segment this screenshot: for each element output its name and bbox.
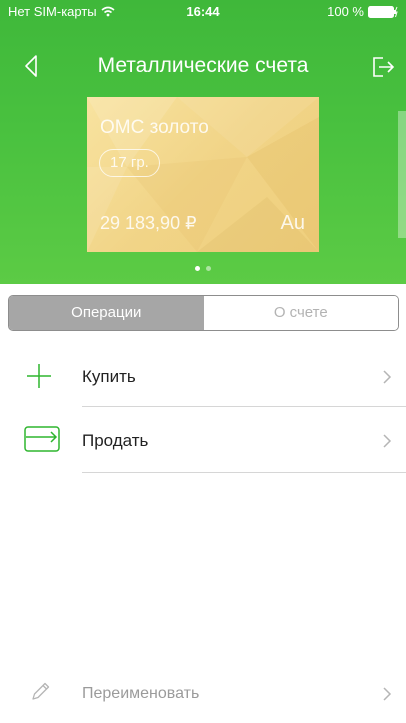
tab-operations[interactable]: Операции [9, 296, 204, 330]
page-title: Металлические счета [97, 54, 309, 77]
battery-percent: 100 % [327, 4, 364, 19]
divider [82, 406, 406, 407]
status-battery-group: 100 % [327, 4, 398, 19]
card-account-name: ОМС золото [100, 117, 209, 138]
buy-row[interactable]: Купить [0, 344, 406, 408]
chevron-right-icon [383, 687, 392, 701]
sell-label: Продать [82, 431, 149, 450]
logout-icon[interactable] [370, 52, 396, 80]
chevron-right-icon [383, 434, 392, 448]
card-balance: 29 183,90 ₽ [100, 213, 197, 233]
rename-row[interactable]: Переименовать [0, 660, 406, 723]
header-area: Нет SIM-карты 16:44 100 % Металлические … [0, 0, 406, 284]
page-dot-1[interactable] [195, 266, 200, 271]
chevron-right-icon [383, 370, 392, 384]
metal-account-card[interactable]: ОМС золото 17 гр. 29 183,90 ₽ Au [87, 97, 319, 252]
buy-label: Купить [82, 367, 136, 386]
card-weight-badge: 17 гр. [99, 149, 160, 177]
rename-label: Переименовать [82, 685, 200, 702]
next-card-peek[interactable] [398, 111, 406, 238]
pencil-icon [32, 682, 50, 700]
page-dot-2[interactable] [206, 266, 211, 271]
battery-icon [368, 5, 398, 18]
sell-icon [24, 426, 60, 452]
page-indicator [0, 266, 406, 271]
tab-about-account[interactable]: О счете [203, 296, 398, 330]
plus-icon [27, 364, 51, 388]
card-metal-symbol: Au [280, 212, 305, 234]
segmented-control: Операции О счете [8, 295, 399, 331]
divider [82, 472, 406, 473]
sell-row[interactable]: Продать [0, 408, 406, 472]
navigation-bar: Металлические счета [0, 44, 406, 88]
status-bar: Нет SIM-карты 16:44 100 % [0, 0, 406, 22]
